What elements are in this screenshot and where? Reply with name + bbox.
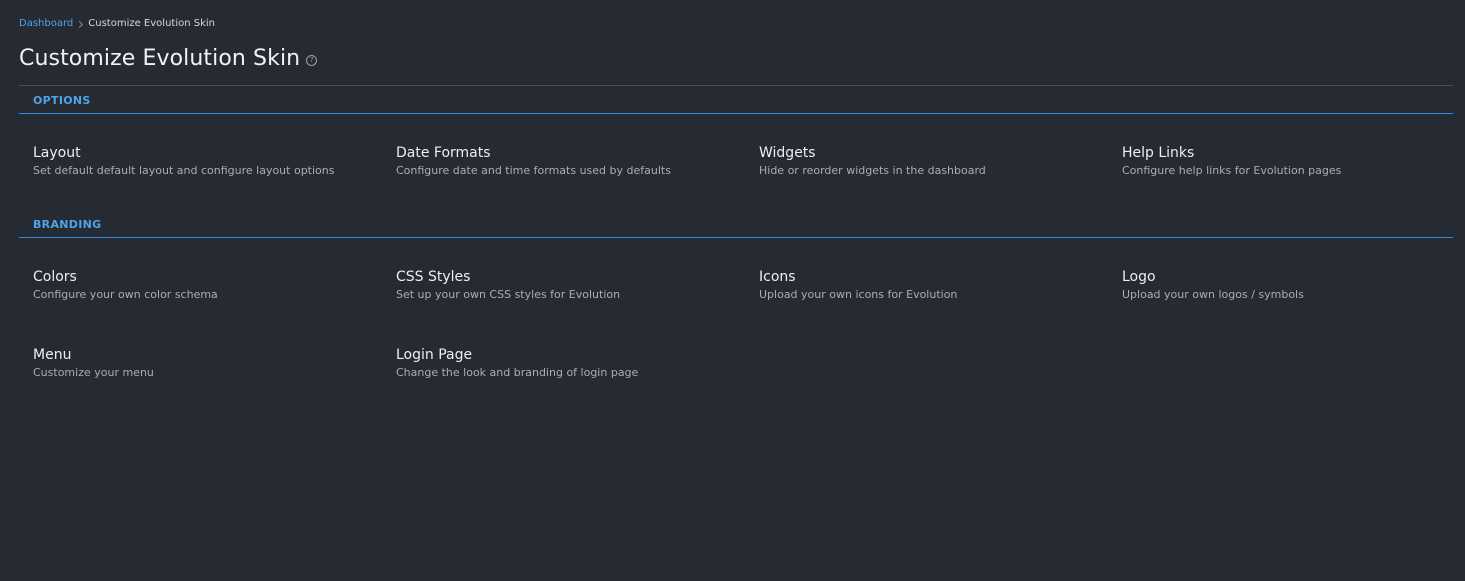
tile-css-styles[interactable]: CSS Styles Set up your own CSS styles fo…: [382, 268, 732, 302]
question-circle-icon[interactable]: ?: [306, 54, 318, 66]
breadcrumb: Dashboard Customize Evolution Skin: [19, 17, 215, 31]
options-row: Layout Set default default layout and co…: [19, 144, 1453, 194]
tile-description: Hide or reorder widgets in the dashboard: [759, 164, 986, 177]
tile-date-formats[interactable]: Date Formats Configure date and time for…: [382, 144, 732, 178]
tile-title: Logo: [1122, 269, 1156, 285]
breadcrumb-current: Customize Evolution Skin: [88, 18, 215, 29]
section-label-branding: BRANDING: [33, 218, 102, 231]
tile-title: Date Formats: [396, 145, 491, 161]
page: Dashboard Customize Evolution Skin Custo…: [0, 0, 1465, 581]
tile-icons[interactable]: Icons Upload your own icons for Evolutio…: [745, 268, 1095, 302]
tile-description: Upload your own logos / symbols: [1122, 288, 1304, 301]
tile-menu[interactable]: Menu Customize your menu: [19, 346, 369, 380]
tile-title: Icons: [759, 269, 796, 285]
page-title: Customize Evolution Skin: [19, 46, 301, 71]
tile-description: Configure date and time formats used by …: [396, 164, 671, 177]
branding-row-2: Menu Customize your menu Login Page Chan…: [19, 346, 1453, 396]
tile-description: Customize your menu: [33, 366, 154, 379]
tile-logo[interactable]: Logo Upload your own logos / symbols: [1108, 268, 1458, 302]
tile-layout[interactable]: Layout Set default default layout and co…: [19, 144, 369, 178]
tile-title: Colors: [33, 269, 77, 285]
tile-title: Widgets: [759, 145, 816, 161]
tile-login-page[interactable]: Login Page Change the look and branding …: [382, 346, 732, 380]
tile-title: Help Links: [1122, 145, 1195, 161]
tile-description: Configure your own color schema: [33, 288, 218, 301]
tile-description: Configure help links for Evolution pages: [1122, 164, 1342, 177]
breadcrumb-dashboard-link[interactable]: Dashboard: [19, 17, 73, 31]
tile-title: Layout: [33, 145, 81, 161]
tile-widgets[interactable]: Widgets Hide or reorder widgets in the d…: [745, 144, 1095, 178]
tile-title: Login Page: [396, 347, 473, 363]
tile-description: Set default default layout and configure…: [33, 164, 335, 177]
tile-description: Change the look and branding of login pa…: [396, 366, 639, 379]
section-label-options: OPTIONS: [33, 94, 91, 107]
chevron-right-icon: [76, 20, 84, 28]
page-header: Customize Evolution Skin ?: [19, 46, 318, 71]
tile-title: Menu: [33, 347, 72, 363]
tile-colors[interactable]: Colors Configure your own color schema: [19, 268, 369, 302]
tile-description: Upload your own icons for Evolution: [759, 288, 958, 301]
tile-help-links[interactable]: Help Links Configure help links for Evol…: [1108, 144, 1458, 178]
section-header-branding: BRANDING: [19, 210, 1453, 238]
tile-description: Set up your own CSS styles for Evolution: [396, 288, 621, 301]
section-header-options: OPTIONS: [19, 86, 1453, 114]
tile-title: CSS Styles: [396, 269, 471, 285]
branding-row-1: Colors Configure your own color schema C…: [19, 268, 1453, 318]
